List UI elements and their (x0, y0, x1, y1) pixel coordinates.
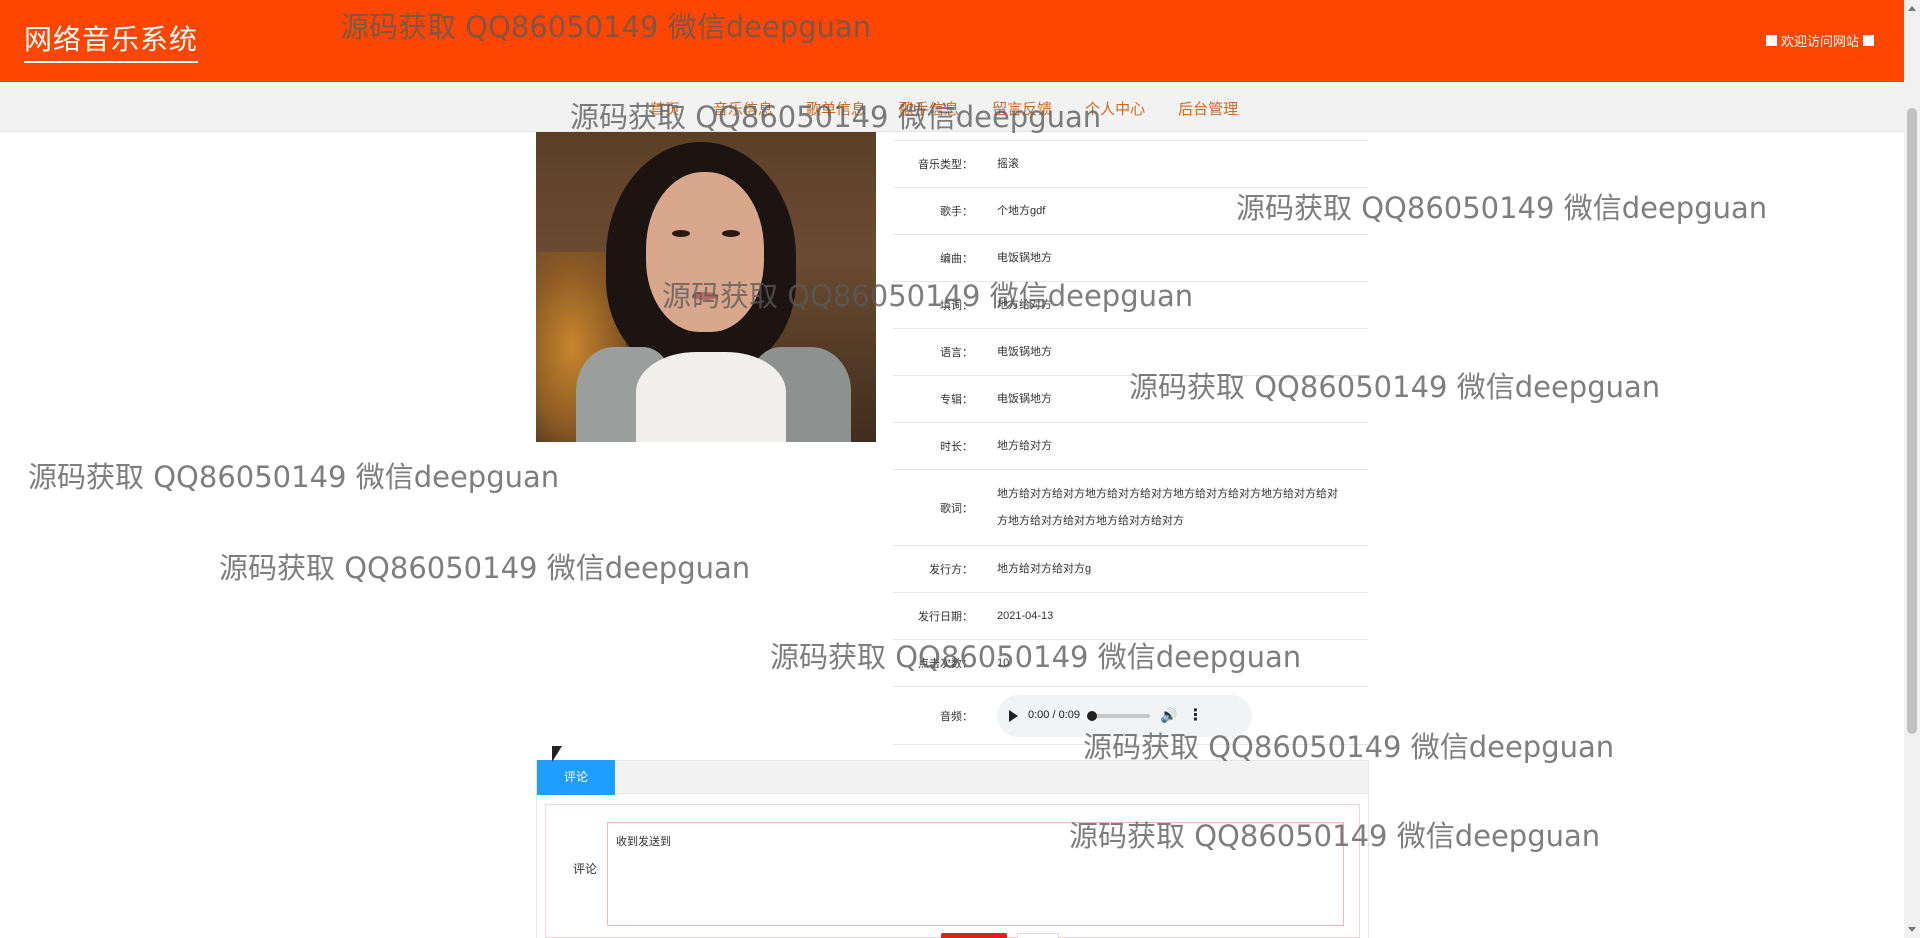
lyrics-value: 地方给对方给对方地方给对方给对方地方给对方给对方地方给对方给对方地方给对方给对方… (997, 487, 1338, 527)
detail-value: 电饭锅地方 (997, 392, 1052, 405)
nav-playlist[interactable]: 歌单信息 (806, 98, 866, 119)
detail-row: 点击次数： 10 (893, 640, 1368, 687)
detail-label: 点击次数： (918, 658, 973, 670)
detail-value: 10 (997, 656, 1010, 669)
watermark: 源码获取 QQ86050149 微信deepguan (28, 460, 560, 494)
more-icon[interactable]: ⋮ (1187, 702, 1203, 729)
detail-value: 2021-04-13 (997, 609, 1054, 622)
comment-tabs: 评论 (536, 760, 1369, 795)
scroll-up-icon[interactable] (1908, 6, 1916, 11)
detail-label: 音频： (940, 710, 973, 723)
scroll-down-icon[interactable] (1908, 927, 1916, 932)
detail-value: 地方给对方 (997, 439, 1052, 452)
welcome-text: 欢迎访问网站 (1780, 34, 1859, 49)
site-title[interactable]: 网络音乐系统 (24, 18, 199, 63)
checkbox-icon (1863, 35, 1874, 46)
detail-label: 发行方： (929, 564, 973, 576)
welcome-area: 欢迎访问网站 (1765, 31, 1874, 50)
detail-row: 发行方： 地方给对方给对方g (893, 546, 1368, 593)
detail-value: 地方给对方给对方g (997, 562, 1092, 575)
detail-label: 填词： (940, 300, 973, 312)
scrollbar-thumb[interactable] (1907, 108, 1917, 734)
audio-progress-slider[interactable] (1087, 710, 1150, 721)
detail-row: 专辑： 电饭锅地方 (893, 376, 1368, 423)
detail-label: 音乐类型： (918, 159, 973, 171)
detail-row: 歌词： 地方给对方给对方地方给对方给对方地方给对方给对方地方给对方给对方地方给对… (893, 470, 1368, 546)
watermark: 源码获取 QQ86050149 微信deepguan (219, 551, 751, 585)
submit-button[interactable] (941, 933, 1007, 938)
nav-admin[interactable]: 后台管理 (1178, 98, 1238, 119)
music-details-table: 音乐类型： 摇滚 歌手： 个地方gdf 编曲： 电饭锅地方 填词： 地方给对方 … (893, 140, 1368, 745)
tab-comment[interactable]: 评论 (537, 760, 615, 795)
reset-button[interactable] (1017, 933, 1059, 938)
detail-row: 填词： 地方给对方 (893, 282, 1368, 329)
detail-value: 地方给对方 (997, 298, 1052, 311)
comment-label: 评论 (573, 862, 598, 876)
play-icon[interactable] (1009, 709, 1018, 722)
detail-row: 歌手： 个地方gdf (893, 188, 1368, 235)
header-bar: 网络音乐系统 欢迎访问网站 (0, 0, 1904, 82)
mouse-cursor-icon (552, 746, 562, 762)
detail-label: 歌词： (940, 502, 973, 515)
volume-icon[interactable]: 🔊 (1160, 702, 1177, 729)
detail-row: 编曲： 电饭锅地方 (893, 235, 1368, 282)
comment-panel: 评论 收到发送到 (536, 794, 1369, 938)
nav-profile[interactable]: 个人中心 (1085, 98, 1145, 119)
detail-row-audio: 音频： 0:00 / 0:09 🔊 ⋮ (893, 687, 1368, 745)
detail-row: 发行日期： 2021-04-13 (893, 593, 1368, 640)
detail-value: 电饭锅地方 (997, 345, 1052, 358)
detail-label: 语言： (940, 347, 973, 359)
nav-feedback[interactable]: 留言反馈 (992, 98, 1052, 119)
detail-label: 时长： (940, 441, 973, 453)
main-nav: 首页 音乐信息 歌单信息 歌手信息 留言反馈 个人中心 后台管理 (0, 82, 1904, 132)
audio-player[interactable]: 0:00 / 0:09 🔊 ⋮ (997, 694, 1252, 737)
detail-label: 歌手： (940, 206, 973, 218)
nav-music[interactable]: 音乐信息 (713, 98, 773, 119)
nav-singer[interactable]: 歌手信息 (899, 98, 959, 119)
detail-label: 专辑： (940, 394, 973, 406)
comment-textarea[interactable]: 收到发送到 (607, 822, 1344, 926)
detail-row: 语言： 电饭锅地方 (893, 329, 1368, 376)
page-scrollbar[interactable] (1904, 0, 1920, 938)
detail-label: 发行日期： (918, 611, 973, 623)
checkbox-icon (1765, 35, 1777, 46)
detail-row: 时长： 地方给对方 (893, 423, 1368, 470)
detail-label: 编曲： (940, 253, 973, 265)
nav-home[interactable]: 首页 (650, 98, 680, 119)
audio-time: 0:00 / 0:09 (1028, 709, 1080, 721)
detail-row: 音乐类型： 摇滚 (893, 141, 1368, 188)
detail-value: 个地方gdf (997, 204, 1046, 217)
detail-value: 摇滚 (997, 157, 1019, 170)
music-cover-image (536, 132, 876, 442)
detail-value: 电饭锅地方 (997, 251, 1052, 264)
